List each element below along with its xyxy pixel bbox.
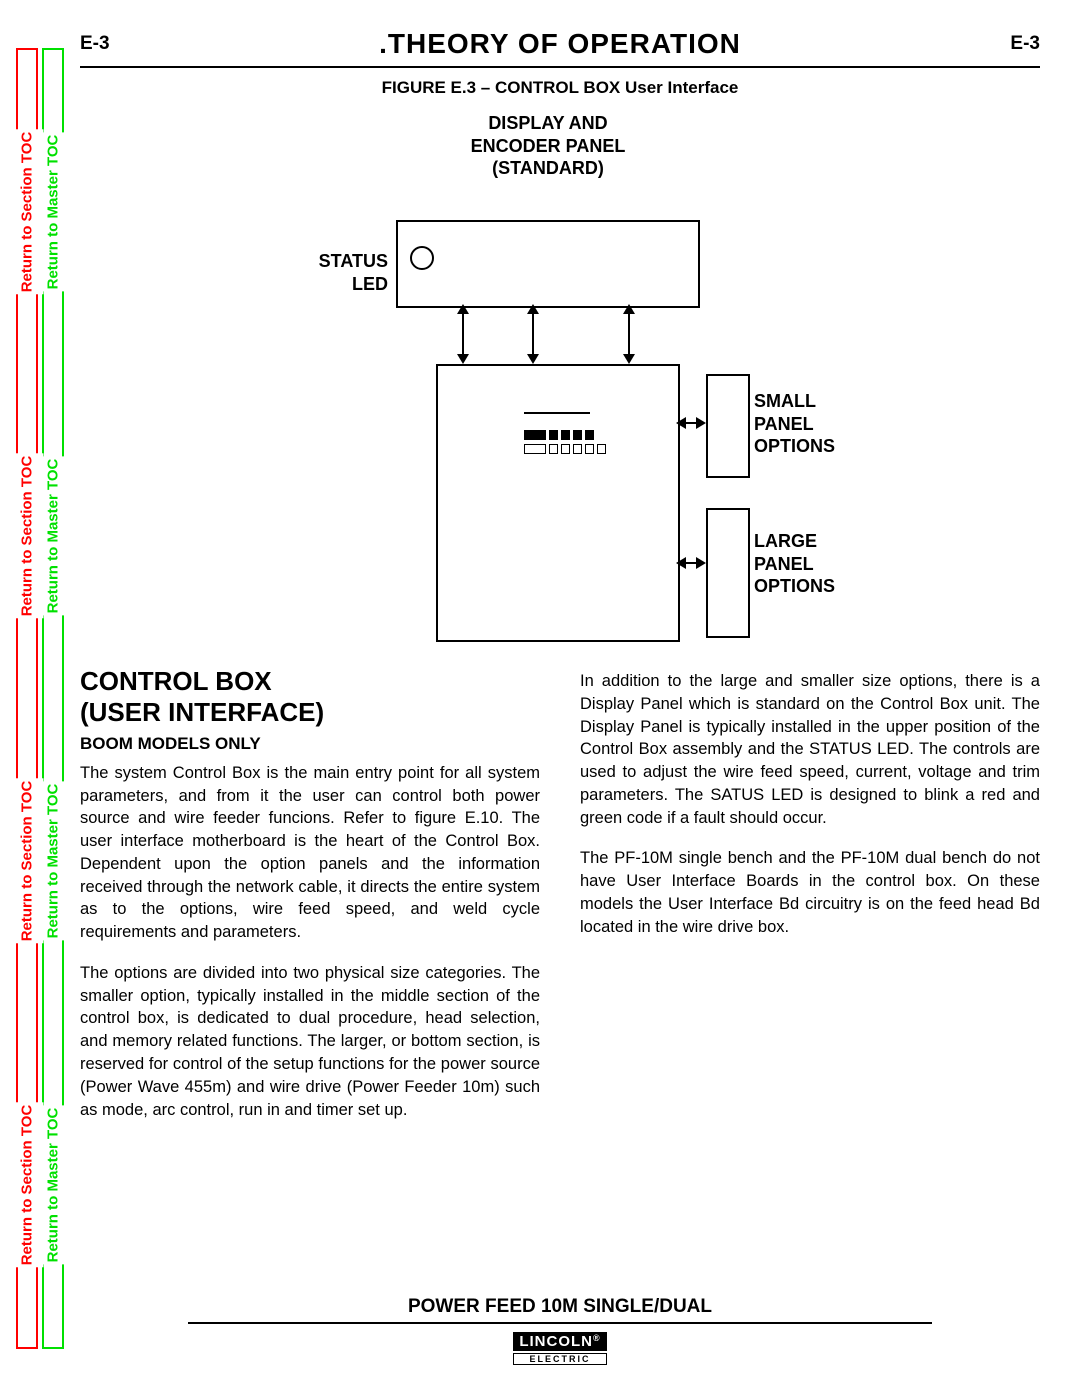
paragraph: The options are divided into two physica… — [80, 962, 540, 1121]
arrow-icon — [450, 304, 476, 364]
paragraph: In addition to the large and smaller siz… — [580, 670, 1040, 829]
return-master-toc-link[interactable]: Return to Master TOC — [37, 457, 70, 616]
dip-switch-icon — [549, 444, 558, 454]
paragraph: The PF-10M single bench and the PF-10M d… — [580, 847, 1040, 938]
arrow-icon — [616, 304, 642, 364]
box-large-panel — [706, 508, 750, 638]
section-toc-column: Return to Section TOC Return to Section … — [16, 48, 38, 1349]
brand-logo-text: LINCOLN® — [513, 1332, 606, 1351]
side-toc-tabs: Return to Section TOC Return to Section … — [16, 48, 64, 1349]
dip-switch-icon — [524, 430, 546, 440]
box-small-panel — [706, 374, 750, 478]
box-display-panel — [396, 220, 700, 308]
label-large-panel: LARGEPANELOPTIONS — [754, 530, 864, 598]
page: Return to Section TOC Return to Section … — [0, 0, 1080, 1397]
dip-underline — [524, 412, 590, 414]
box-motherboard — [436, 364, 680, 642]
dip-switch-icon — [585, 430, 594, 440]
status-led-icon — [410, 246, 434, 270]
section-heading: CONTROL BOX(USER INTERFACE) — [80, 666, 540, 728]
product-name: POWER FEED 10M SINGLE/DUAL — [188, 1296, 932, 1324]
return-master-toc-link[interactable]: Return to Master TOC — [37, 1106, 70, 1265]
header-rule — [80, 66, 1040, 68]
return-master-toc-link[interactable]: Return to Master TOC — [37, 781, 70, 940]
brand-logo: LINCOLN® ELECTRIC — [505, 1330, 614, 1367]
column-left: CONTROL BOX(USER INTERFACE) BOOM MODELS … — [80, 666, 540, 1139]
arrow-icon — [676, 410, 706, 436]
dip-switch-icon — [561, 444, 570, 454]
body-columns: CONTROL BOX(USER INTERFACE) BOOM MODELS … — [80, 666, 1040, 1139]
page-footer: POWER FEED 10M SINGLE/DUAL LINCOLN® ELEC… — [80, 1296, 1040, 1367]
dip-switch-icon — [524, 444, 546, 454]
label-status-led: STATUSLED — [298, 250, 388, 295]
label-display-panel: DISPLAY ANDENCODER PANEL(STANDARD) — [428, 112, 668, 180]
arrow-icon — [520, 304, 546, 364]
return-master-toc-link[interactable]: Return to Master TOC — [37, 133, 70, 292]
dip-switch-icon — [573, 430, 582, 440]
column-right: In addition to the large and smaller siz… — [580, 666, 1040, 1139]
dip-switch-icon — [573, 444, 582, 454]
dip-switch-icon — [597, 444, 606, 454]
label-small-panel: SMALLPANELOPTIONS — [754, 390, 864, 458]
page-content: E-3 .THEORY OF OPERATION E-3 FIGURE E.3 … — [80, 28, 1040, 1367]
page-header: E-3 .THEORY OF OPERATION E-3 — [80, 28, 1040, 60]
figure-caption: FIGURE E.3 – CONTROL BOX User Interface — [80, 78, 1040, 98]
master-toc-column: Return to Master TOC Return to Master TO… — [42, 48, 64, 1349]
page-title: .THEORY OF OPERATION — [140, 28, 980, 60]
paragraph: The system Control Box is the main entry… — [80, 762, 540, 944]
figure-diagram: DISPLAY ANDENCODER PANEL(STANDARD) STATU… — [180, 112, 940, 642]
brand-logo-sub: ELECTRIC — [513, 1353, 606, 1365]
arrow-icon — [676, 550, 706, 576]
section-subheading: BOOM MODELS ONLY — [80, 732, 540, 755]
dip-switch-icon — [561, 430, 570, 440]
dip-switch-icon — [585, 444, 594, 454]
dip-switch-icon — [549, 430, 558, 440]
page-number-left: E-3 — [80, 33, 140, 55]
page-number-right: E-3 — [980, 33, 1040, 55]
